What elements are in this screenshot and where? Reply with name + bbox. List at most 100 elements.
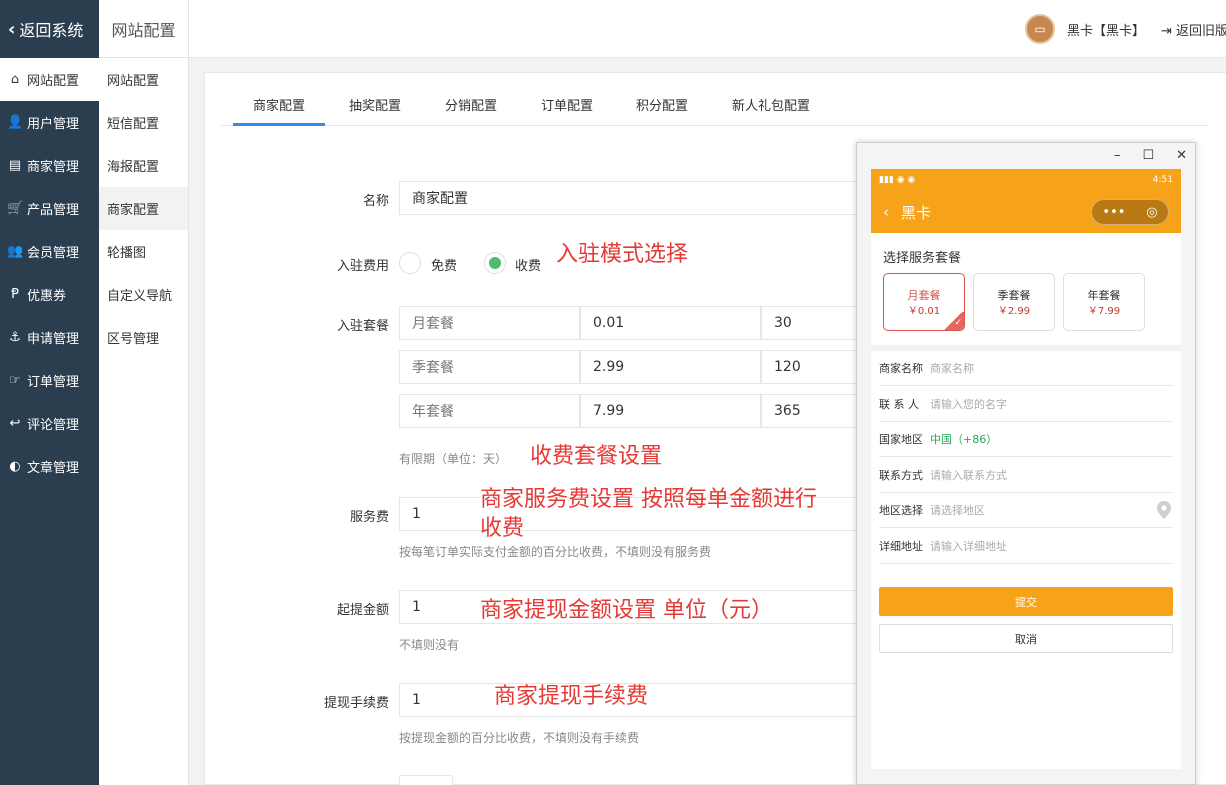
home-icon: ⌂ (10, 72, 20, 87)
sidebar-item-label: 文章管理 (27, 461, 80, 476)
sidebar-item-label: 申请管理 (27, 332, 80, 347)
annotation-service-2: 收费 (480, 516, 525, 541)
sidebar-item-4[interactable]: 👥 会员管理 (0, 230, 99, 273)
subnav-item-0[interactable]: 网站配置 (99, 58, 188, 101)
phone-submit-button[interactable]: 提交 (879, 587, 1173, 616)
tab-5[interactable]: 新人礼包配置 (732, 95, 810, 126)
user-icon: 👤 (7, 115, 24, 130)
close-icon[interactable]: ✕ (1176, 148, 1187, 163)
subnav-item-2[interactable]: 海报配置 (99, 144, 188, 187)
name-input[interactable]: 商家配置 (399, 181, 859, 215)
sidebar-item-1[interactable]: 👤 用户管理 (0, 101, 99, 144)
phone-field-row[interactable]: 联 系 人请输入您的名字 (879, 387, 1173, 422)
annotation-withdraw: 商家提现金额设置 单位（元） (480, 598, 773, 623)
annotation-withdraw-fee: 商家提现手续费 (494, 684, 649, 709)
sidebar-item-9[interactable]: ◐ 文章管理 (0, 445, 99, 488)
back-to-system-label: 返回系统 (19, 21, 84, 40)
save-button[interactable] (399, 775, 453, 785)
maximize-icon[interactable]: ☐ (1142, 148, 1154, 163)
withdraw-min-hint: 不填则没有 (399, 638, 460, 652)
breadcrumb: 网站配置 (99, 0, 189, 58)
annotation-mode: 入驻模式选择 (556, 242, 689, 267)
sidebar-item-label: 商家管理 (27, 160, 80, 175)
phone-status-bar: ▮▮▮ ◉ ◉ 4:51 (871, 169, 1181, 191)
package-name-input[interactable]: 年套餐 (399, 394, 580, 428)
phone-package-price: ￥7.99 (1087, 306, 1121, 317)
withdraw-fee-hint: 按提现金额的百分比收费，不填则没有手续费 (399, 731, 640, 745)
phone-package-name: 季套餐 (997, 289, 1031, 302)
more-icon[interactable]: ••• (1102, 205, 1125, 220)
phone-package-card[interactable]: 年套餐 ￥7.99 (1063, 273, 1145, 331)
package-price-input[interactable]: 7.99 (580, 394, 761, 428)
package-price-input[interactable]: 0.01 (580, 306, 761, 340)
package-name-input[interactable]: 季套餐 (399, 350, 580, 384)
avatar[interactable]: ▭ (1025, 14, 1055, 44)
withdraw-min-label: 起提金额 (336, 603, 389, 618)
phone-time: 4:51 (1152, 175, 1173, 185)
package-days-input[interactable]: 30 (761, 306, 859, 340)
sidebar-item-label: 产品管理 (27, 203, 80, 218)
sidebar-item-8[interactable]: ↩ 评论管理 (0, 402, 99, 445)
phone-field-label: 地区选择 (879, 504, 923, 517)
user-name[interactable]: 黑卡【黑卡】 (1067, 20, 1145, 39)
tab-3[interactable]: 订单配置 (541, 95, 593, 126)
name-label: 名称 (362, 194, 389, 209)
phone-package-price: ￥2.99 (997, 306, 1031, 317)
window-controls: – ☐ ✕ (1114, 148, 1187, 163)
phone-field-row[interactable]: 国家地区 中国（+86） (879, 422, 1173, 457)
package-days-input[interactable]: 120 (761, 350, 859, 384)
phone-field-label: 联系方式 (879, 468, 923, 482)
subnav-item-5[interactable]: 自定义导航 (99, 273, 188, 316)
tab-1[interactable]: 抽奖配置 (349, 95, 401, 126)
target-icon[interactable]: ◎ (1146, 205, 1157, 220)
sidebar-item-3[interactable]: 🛒 产品管理 (0, 187, 99, 230)
subnav-item-3[interactable]: 商家配置 (99, 187, 188, 230)
phone-field-row[interactable]: 联系方式 请输入联系方式 (879, 458, 1173, 493)
hand-icon: ☞ (9, 373, 21, 388)
sign-out-icon: ⇥ (1161, 24, 1172, 39)
reply-icon: ↩ (9, 416, 21, 431)
config-tabs: 商家配置 抽奖配置 分销配置 订单配置 积分配置 新人礼包配置 (221, 73, 1209, 126)
phone-field-value: 请输入您的名字 (930, 397, 1007, 411)
tab-2[interactable]: 分销配置 (445, 95, 497, 126)
phone-field-row[interactable]: 地区选择 请选择地区 (879, 493, 1173, 528)
phone-package-card[interactable]: 季套餐 ￥2.99 (973, 273, 1055, 331)
phone-package-name: 年套餐 (1087, 289, 1121, 302)
package-days-input[interactable]: 365 (761, 394, 859, 428)
sidebar-item-6[interactable]: ⚓ 申请管理 (0, 316, 99, 359)
sidebar-item-7[interactable]: ☞ 订单管理 (0, 359, 99, 402)
mini-program-capsule[interactable]: ••• ◎ (1091, 199, 1169, 225)
sidebar-item-2[interactable]: ▤ 商家管理 (0, 144, 99, 187)
tab-0[interactable]: 商家配置 (253, 95, 305, 126)
users-icon: 👥 (7, 244, 24, 259)
phone-cancel-button[interactable]: 取消 (879, 624, 1173, 653)
phone-field-label: 详细地址 (879, 539, 923, 553)
phone-screen: ▮▮▮ ◉ ◉ 4:51 ‹ 黑卡 ••• ◎ 选择服务套餐 月套餐 ￥0.01 季… (871, 169, 1181, 769)
phone-field-row[interactable]: 商家名称 商家名称 (879, 351, 1173, 386)
subnav-item-6[interactable]: 区号管理 (99, 316, 188, 359)
sidebar-item-label: 会员管理 (27, 246, 80, 261)
fee-paid-radio[interactable] (484, 252, 506, 274)
tab-4[interactable]: 积分配置 (636, 95, 688, 126)
subnav-item-4[interactable]: 轮播图 (99, 230, 188, 273)
fee-label: 入驻费用 (336, 259, 389, 274)
phone-field-row[interactable]: 详细地址 请输入详细地址 (879, 529, 1173, 564)
sidebar-item-label: 优惠券 (27, 289, 67, 304)
fee-free-label: 免费 (431, 259, 458, 274)
fee-free-radio[interactable] (399, 252, 421, 274)
minimize-icon[interactable]: – (1114, 148, 1121, 163)
service-fee-hint: 按每笔订单实际支付金额的百分比收费，不填则没有服务费 (399, 545, 712, 559)
location-pin-icon[interactable] (1157, 501, 1171, 519)
annotation-package: 收费套餐设置 (530, 444, 663, 469)
phone-back-icon[interactable]: ‹ (883, 203, 889, 221)
back-to-system-button[interactable]: ‹ 返回系统 (0, 0, 99, 58)
package-name-input[interactable]: 月套餐 (399, 306, 580, 340)
sidebar-item-0[interactable]: ⌂ 网站配置 (0, 58, 99, 101)
sidebar-item-5[interactable]: Ᵽ 优惠券 (0, 273, 99, 316)
sub-nav: 网站配置 短信配置 海报配置 商家配置 轮播图 自定义导航 区号管理 (99, 58, 189, 785)
phone-package-card[interactable]: 月套餐 ￥0.01 (883, 273, 965, 331)
fee-paid-label: 收费 (515, 259, 542, 274)
package-price-input[interactable]: 2.99 (580, 350, 761, 384)
subnav-item-1[interactable]: 短信配置 (99, 101, 188, 144)
return-old-version-link[interactable]: ⇥ 返回旧版 (1161, 20, 1226, 39)
